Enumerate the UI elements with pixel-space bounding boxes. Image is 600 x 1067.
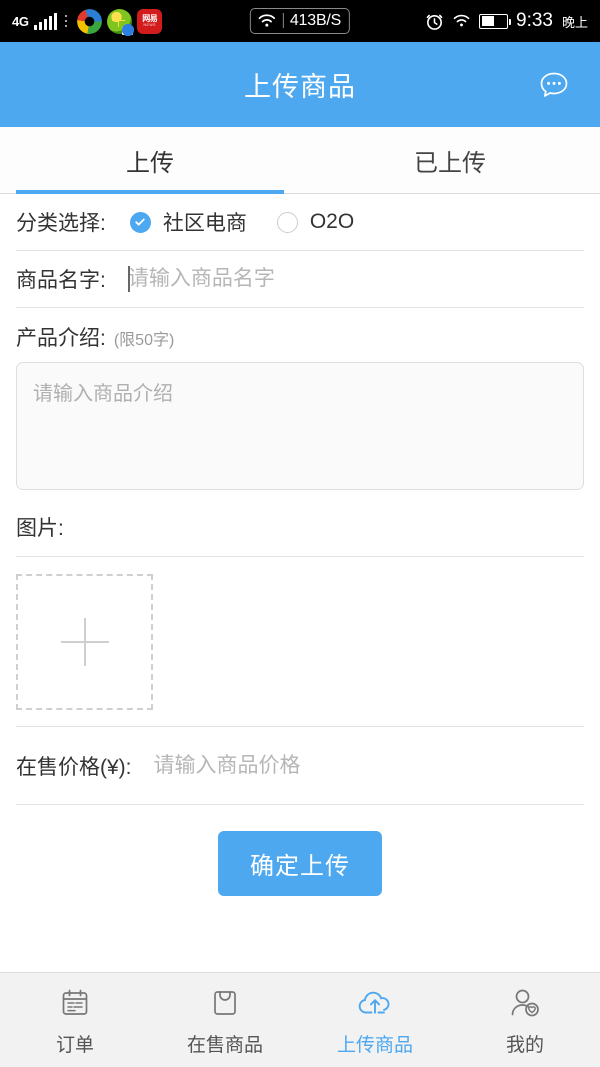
wifi-speed-icon xyxy=(258,13,276,27)
battery-icon xyxy=(479,13,511,29)
radio-o2o-label: O2O xyxy=(309,210,355,233)
more-dots-icon xyxy=(64,14,68,28)
network-type-label: 4G xyxy=(12,13,29,29)
wifi-icon xyxy=(453,14,470,27)
nav-item-on-sale-label: 在售商品 xyxy=(186,1035,263,1056)
tab-upload-label: 上传 xyxy=(126,149,174,177)
status-bar-left: 4G 网易 NEWS xyxy=(12,6,163,36)
netease-sublabel: NEWS xyxy=(143,23,156,27)
product-name-input[interactable] xyxy=(127,267,584,291)
app-root: 4G 网易 NEWS 413B/S 9:33 晚上 上传商品 上传 已上传 分类… xyxy=(0,0,600,1067)
mail-badge-icon xyxy=(122,26,134,35)
tab-uploaded-label: 已上传 xyxy=(414,149,486,177)
browser-mail-app-icon xyxy=(107,8,135,36)
category-label: 分类选择: xyxy=(16,212,106,235)
tab-uploaded[interactable]: 已上传 xyxy=(300,127,600,193)
radio-community-ecommerce[interactable]: 社区电商 xyxy=(129,207,247,237)
network-speed-indicator: 413B/S xyxy=(249,8,351,34)
radio-o2o[interactable]: O2O xyxy=(276,210,355,234)
cloud-upload-icon xyxy=(354,983,396,1023)
bottom-navigation: 订单 在售商品 上传商品 我的 xyxy=(0,972,600,1067)
tab-bar: 上传 已上传 xyxy=(0,127,600,194)
images-area xyxy=(16,557,584,727)
clock-ampm: 晚上 xyxy=(561,14,588,30)
description-label: 产品介绍: xyxy=(16,327,106,350)
price-input[interactable] xyxy=(153,753,584,778)
price-row: 在售价格(¥): xyxy=(16,727,584,805)
netease-news-app-icon: 网易 NEWS xyxy=(137,8,163,34)
product-name-row: 商品名字: xyxy=(16,251,584,308)
nav-item-orders-label: 订单 xyxy=(55,1035,94,1056)
calendar-icon xyxy=(54,983,96,1023)
submit-area: 确定上传 xyxy=(16,805,584,896)
nav-item-on-sale[interactable]: 在售商品 xyxy=(150,983,300,1057)
app-header: 上传商品 xyxy=(0,42,600,127)
category-radio-group: 社区电商 O2O xyxy=(129,207,355,237)
radio-community-ecommerce-label: 社区电商 xyxy=(162,212,247,235)
category-row: 分类选择: 社区电商 O2O xyxy=(16,194,584,251)
signal-strength-icon xyxy=(33,12,57,30)
confirm-upload-button[interactable]: 确定上传 xyxy=(218,831,382,896)
product-name-input-wrap xyxy=(127,266,584,292)
alarm-clock-icon xyxy=(426,14,443,30)
add-image-button[interactable] xyxy=(16,574,153,710)
netease-label: 网易 xyxy=(142,14,158,23)
images-label: 图片: xyxy=(16,490,584,557)
page-title: 上传商品 xyxy=(244,72,356,102)
description-hint: (限50字) xyxy=(113,332,175,349)
net-speed-value: 413B/S xyxy=(289,11,342,29)
nav-item-upload[interactable]: 上传商品 xyxy=(300,983,450,1057)
sogou-app-icon xyxy=(75,6,105,36)
nav-item-upload-label: 上传商品 xyxy=(336,1035,413,1056)
description-textarea[interactable] xyxy=(16,362,584,490)
description-label-row: 产品介绍: (限50字) xyxy=(16,308,584,362)
tab-upload[interactable]: 上传 xyxy=(0,127,300,194)
status-bar: 4G 网易 NEWS 413B/S 9:33 晚上 xyxy=(0,0,600,42)
status-bar-right: 9:33 晚上 xyxy=(425,10,588,32)
chat-button[interactable] xyxy=(532,63,576,107)
text-cursor xyxy=(127,266,130,292)
person-heart-icon xyxy=(504,983,546,1023)
nav-item-mine[interactable]: 我的 xyxy=(450,983,600,1057)
nav-item-mine-label: 我的 xyxy=(505,1035,544,1056)
clock-time: 9:33 xyxy=(516,10,553,31)
radio-checked-icon xyxy=(129,211,151,233)
price-label: 在售价格(¥): xyxy=(16,755,132,779)
shopping-bag-icon xyxy=(204,983,246,1023)
form-body: 分类选择: 社区电商 O2O 商品名字: 请输入商品名字 产品介绍: (限50字… xyxy=(0,194,600,972)
nav-item-orders[interactable]: 订单 xyxy=(0,983,150,1057)
radio-unchecked-icon xyxy=(276,211,298,233)
product-name-label: 商品名字: xyxy=(16,269,106,292)
plus-icon xyxy=(61,618,109,666)
chat-bubble-icon xyxy=(540,72,568,97)
